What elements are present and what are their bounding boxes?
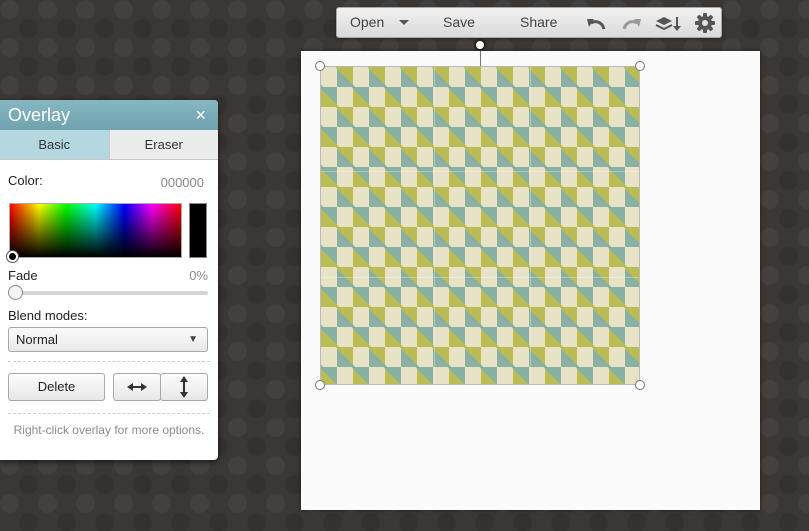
fade-label: Fade — [8, 268, 38, 283]
overlay-panel: Overlay × Basic Eraser Color: 000000 Fad… — [0, 100, 218, 460]
share-button[interactable]: Share — [520, 8, 557, 37]
fade-slider-knob[interactable] — [8, 285, 23, 300]
rotate-handle[interactable] — [474, 39, 486, 51]
panel-title: Overlay — [8, 105, 71, 125]
color-spectrum-picker[interactable] — [9, 203, 182, 258]
close-icon[interactable]: × — [195, 100, 206, 130]
resize-handle-top-left[interactable] — [315, 61, 325, 71]
resize-handle-top-right[interactable] — [635, 61, 645, 71]
flip-vertical-button[interactable] — [160, 373, 208, 401]
selected-color-swatch — [189, 203, 207, 258]
overlay-fold-line — [434, 67, 435, 384]
top-toolbar: Open Save Share — [336, 7, 722, 38]
color-picker-marker[interactable] — [7, 251, 18, 262]
overlay-fold-line — [321, 171, 639, 172]
resize-handle-bottom-left[interactable] — [315, 380, 325, 390]
flip-vertical-icon — [177, 376, 191, 403]
resize-handle-bottom-right[interactable] — [635, 380, 645, 390]
tab-eraser[interactable]: Eraser — [108, 130, 218, 159]
panel-divider — [8, 361, 210, 362]
chevron-down-icon: ▼ — [188, 334, 198, 345]
fade-value: 0% — [189, 268, 208, 283]
panel-divider — [8, 413, 210, 414]
overlay-fold-line — [321, 277, 639, 278]
open-dropdown-caret-icon[interactable] — [399, 8, 409, 37]
layers-down-icon[interactable] — [655, 14, 683, 32]
blend-mode-select[interactable]: Normal ▼ — [8, 327, 208, 352]
blend-modes-label: Blend modes: — [8, 308, 88, 323]
color-hex-value[interactable]: 000000 — [161, 175, 204, 190]
open-button[interactable]: Open — [350, 8, 384, 37]
blend-mode-selected: Normal — [16, 332, 58, 347]
undo-icon[interactable] — [585, 14, 607, 32]
delete-button[interactable]: Delete — [8, 373, 105, 401]
color-label: Color: — [8, 173, 43, 188]
rotate-handle-stem — [480, 50, 481, 66]
flip-horizontal-button[interactable] — [113, 373, 161, 401]
overlay-pattern-image[interactable] — [320, 66, 640, 385]
panel-tabs: Basic Eraser — [0, 130, 218, 160]
tab-basic[interactable]: Basic — [0, 130, 109, 159]
panel-header: Overlay × — [0, 100, 218, 130]
panel-hint-text: Right-click overlay for more options. — [13, 423, 205, 437]
save-button[interactable]: Save — [443, 8, 475, 37]
redo-icon[interactable] — [621, 14, 643, 32]
gear-icon[interactable] — [695, 13, 715, 33]
fade-slider-track[interactable] — [14, 291, 208, 295]
flip-horizontal-icon — [126, 383, 148, 403]
overlay-fold-line — [530, 67, 531, 384]
